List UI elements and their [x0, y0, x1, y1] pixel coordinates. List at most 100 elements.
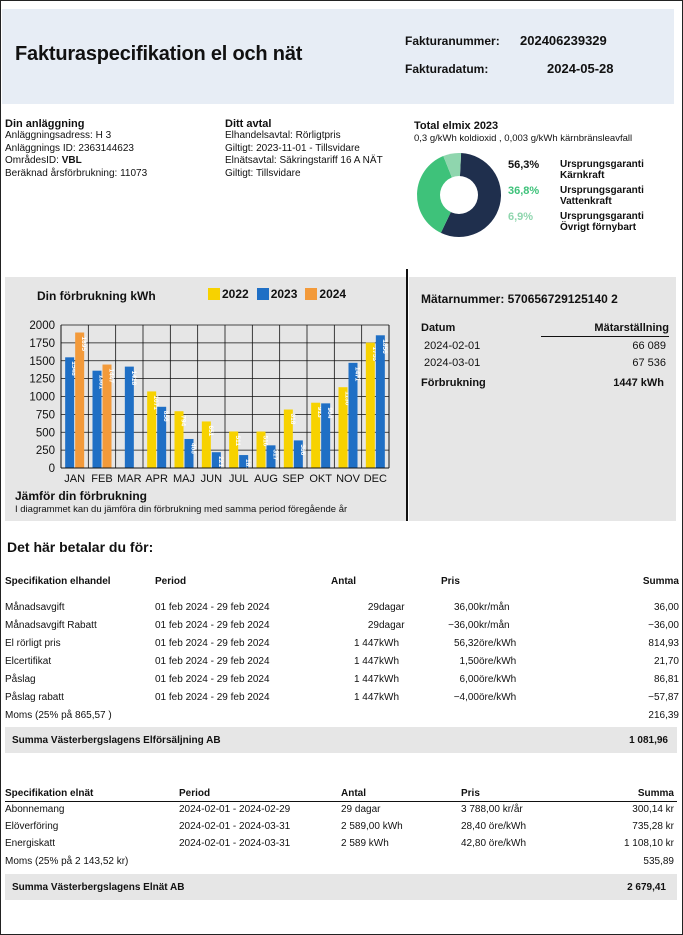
meter-row-date: 2024-03-01	[424, 357, 481, 369]
table-cell: öre/kWh	[479, 673, 517, 685]
facility-annual: Beräknad årsförbrukning: 11073	[5, 167, 148, 179]
table-cell: 3 788,00 kr/år	[461, 804, 523, 816]
table-cell: 01 feb 2024 - 29 feb 2024	[155, 619, 270, 631]
legend-label: 2022	[222, 287, 249, 301]
vat-row: Moms (25% på 865,57 ) 216,39	[5, 706, 679, 724]
mix-legend: 56,3% Ursprungsgaranti Kärnkraft 36,8% Ur…	[508, 159, 678, 237]
table-cell: kr/mån	[479, 619, 510, 631]
table-cell: 1 447	[353, 655, 379, 667]
meter-date-header: Datum	[421, 322, 456, 334]
legend-swatch	[256, 288, 269, 300]
legend-item-2022: 2022	[208, 287, 249, 301]
col-header: Pris	[461, 786, 581, 802]
table-cell: 29 dagar	[341, 804, 381, 816]
x-tick-label: AUG	[254, 473, 278, 485]
invoice-page: Fakturaspecifikation el och nät Fakturan…	[0, 0, 683, 935]
bar-2023-dec	[375, 335, 385, 468]
table-cell: öre/kWh	[479, 691, 517, 703]
contract-line1: Elhandelsavtal: Rörligtpris	[225, 130, 341, 141]
usage-value: 1447 kWh	[613, 377, 664, 389]
table-row: Påslag 01 feb 2024 - 29 feb 2024 1 447 kWh 6…	[5, 670, 679, 688]
vat-label: Moms (25% på 865,57 )	[5, 709, 112, 721]
mix-item-label-line: Ursprungsgaranti	[560, 211, 644, 222]
x-tick-label: JAN	[64, 473, 85, 485]
vat-row: Moms (25% på 2 143,52 kr) 535,89	[5, 852, 677, 870]
table-cell: dagar	[379, 619, 405, 631]
mix-item-pct: 56,3%	[508, 159, 540, 171]
meter-header-line	[541, 336, 669, 337]
table-cell: 36,00	[653, 601, 679, 613]
bar-2024-jan	[75, 332, 85, 468]
table-cell: Elcertifikat	[5, 655, 52, 667]
mix-item-label-line: Vattenkraft	[560, 196, 612, 207]
contract-line3: Elnätsavtal: Säkringstariff 16 A NÄT	[225, 155, 383, 166]
table-cell: kWh	[379, 655, 399, 667]
mix-item: 6,9% Ursprungsgaranti Övrigt förnybart	[508, 211, 678, 237]
vat-label: Moms (25% på 2 143,52 kr)	[5, 855, 129, 867]
table-cell: 1 447	[353, 673, 379, 685]
mix-item-label: Ursprungsgaranti Kärnkraft	[560, 159, 644, 185]
meter-row-value: 67 536	[632, 357, 666, 369]
table-cell: 21,70	[653, 655, 679, 667]
table-cell: 735,28 kr	[632, 821, 674, 832]
meter-panel	[409, 277, 676, 521]
table-row: Månadsavgift Rabatt 01 feb 2024 - 29 feb …	[5, 616, 679, 634]
table-cell: 36,00	[453, 601, 479, 613]
table-cell: 2 589,00 kWh	[341, 821, 403, 832]
table-cell: Energiskatt	[5, 838, 56, 849]
elhandel-sum-row: Summa Västerbergslagens Elförsäljning AB…	[5, 727, 677, 753]
meter-reading-header: Mätarställning	[594, 322, 669, 334]
col-header: Summa	[642, 575, 679, 587]
table-cell: 1 447	[353, 691, 379, 703]
y-tick-label: 0	[49, 463, 55, 475]
invoice-date: 2024-05-28	[547, 61, 614, 76]
table-cell: öre/kWh	[479, 637, 517, 649]
table-cell: 28,40 öre/kWh	[461, 821, 527, 832]
facility-address: Anläggningsadress: H 3	[5, 130, 112, 141]
table-cell: 01 feb 2024 - 29 feb 2024	[155, 691, 270, 703]
y-tick-label: 250	[36, 445, 55, 457]
table-cell: 56,32	[453, 637, 479, 649]
mix-item-label-line: Kärnkraft	[560, 170, 605, 181]
table-cell: dagar	[379, 601, 405, 613]
legend-item-2024: 2024	[305, 287, 346, 301]
table-row: Påslag rabatt 01 feb 2024 - 29 feb 2024 1 …	[5, 688, 679, 706]
bar-value-label: 317	[272, 449, 279, 460]
page-title: Fakturaspecifikation el och nät	[15, 43, 303, 65]
y-tick-label: 1500	[29, 356, 55, 368]
table-cell: 300,14 kr	[632, 804, 674, 816]
x-tick-label: MAJ	[173, 473, 195, 485]
elhandel-table: Specifikation elhandel Period Antal Pris…	[5, 572, 679, 724]
facility-area: OmrådesID: VBL	[5, 155, 147, 168]
mix-item-label-line: Övrigt förnybart	[560, 222, 637, 233]
table-cell: 2 589 kWh	[341, 838, 389, 849]
bar-value-label: 1447	[108, 369, 115, 384]
facility-section: Din anläggning Anläggningsadress: H 3 An…	[5, 118, 147, 180]
col-header: Summa	[581, 786, 677, 802]
bar-value-label: 794	[180, 415, 187, 426]
mix-donut-chart	[417, 153, 501, 237]
mix-item-label: Ursprungsgaranti Övrigt förnybart	[560, 211, 644, 237]
x-tick-label: SEP	[282, 473, 304, 485]
table-cell: Månadsavgift Rabatt	[5, 619, 97, 631]
meter-row-date: 2024-02-01	[424, 340, 481, 352]
mix-item-label: Ursprungsgaranti Vattenkraft	[560, 185, 644, 211]
vat-value: 216,39	[648, 709, 679, 721]
bar-value-label: 1471	[354, 367, 361, 382]
table-row: Månadsavgift 01 feb 2024 - 29 feb 2024 29 d…	[5, 598, 679, 616]
mix-item-pct: 6,9%	[508, 211, 534, 223]
mix-subtitle: 0,3 g/kWh koldioxid , 0,003 g/kWh kärnbr…	[414, 133, 633, 144]
elnat-sum-row: Summa Västerbergslagens Elnät AB 2 679,4…	[5, 874, 677, 900]
facility-id: Anläggnings ID: 2363144623	[5, 142, 134, 154]
col-header: Period	[155, 575, 187, 587]
elnat-sum-value: 2 679,41	[627, 881, 666, 893]
table-cell: öre/kWh	[479, 655, 517, 667]
invoice-number-label: Fakturanummer:	[405, 34, 500, 48]
header-spacer	[5, 590, 679, 598]
table-cell: kWh	[379, 691, 399, 703]
elnat-table: Specifikation elnät Period Antal Pris Su…	[5, 786, 677, 870]
x-tick-label: NOV	[336, 473, 361, 485]
contract-line4: Giltigt: Tillsvidare	[225, 167, 301, 179]
table-cell: 42,80 öre/kWh	[461, 838, 527, 849]
col-header: Specifikation elnät	[5, 786, 179, 802]
